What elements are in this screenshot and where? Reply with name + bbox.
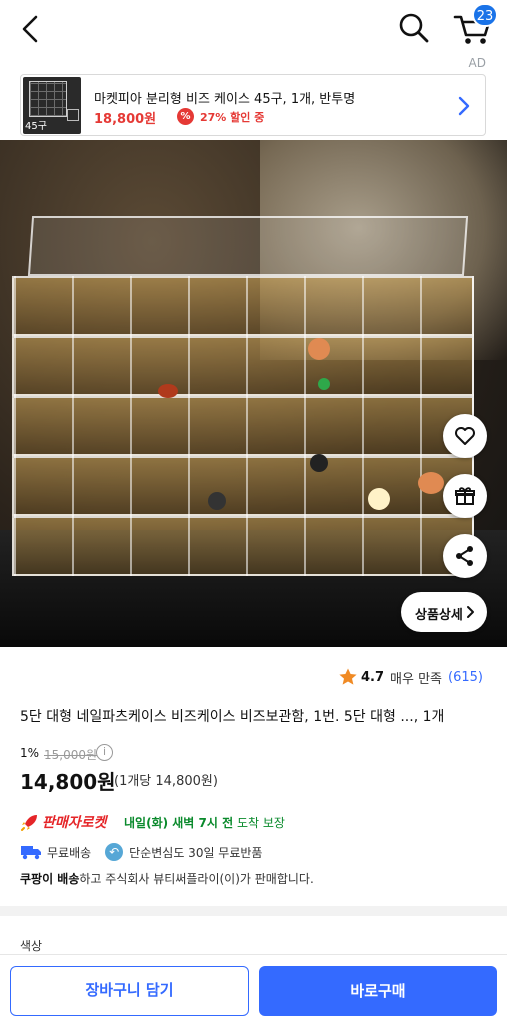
wishlist-button[interactable]	[443, 414, 487, 458]
ad-discount: 27% 할인 중	[200, 111, 265, 124]
review-count[interactable]: (615)	[448, 670, 483, 685]
small-case-thumbnail-graphic	[67, 109, 79, 121]
bead	[368, 488, 390, 510]
acrylic-case-illustration	[8, 216, 474, 601]
arrival-guarantee-text: 도착 보장	[233, 816, 285, 830]
share-icon	[456, 546, 473, 566]
color-option-label: 색상	[20, 939, 43, 953]
arrival-time: 내일(화) 새벽 7시 전	[124, 816, 234, 830]
arrival-guarantee: 내일(화) 새벽 7시 전 도착 보장	[124, 814, 285, 831]
bead	[308, 338, 330, 360]
discount-icon: %	[177, 108, 194, 125]
heart-icon	[455, 427, 475, 445]
rating-score: 4.7	[361, 669, 385, 685]
gift-icon	[455, 487, 475, 505]
case-lid	[27, 216, 469, 276]
product-image[interactable]	[0, 140, 507, 647]
seller-info-bold: 쿠팡이 배송	[20, 872, 80, 886]
return-icon: ↶	[105, 843, 124, 861]
back-arrow-icon[interactable]	[14, 12, 48, 46]
seller-rocket-badge: 판매자로켓	[20, 811, 106, 833]
seller-info: 쿠팡이 배송하고 주식회사 뷰티써플라이(이)가 판매합니다.	[20, 870, 314, 887]
drawer-1	[12, 276, 474, 336]
section-divider	[0, 906, 507, 916]
info-icon[interactable]: i	[96, 744, 113, 761]
ad-title: 마켓피아 분리형 비즈 케이스 45구, 1개, 반투명	[94, 92, 356, 107]
ad-thumbnail: 45구	[23, 77, 81, 134]
product-detail-label: 상품상세	[415, 608, 463, 623]
product-title: 5단 대형 네일파츠케이스 비즈케이스 비즈보관함, 1번. 5단 대형 ...…	[20, 709, 445, 725]
bead	[158, 384, 178, 398]
rocket-icon	[21, 815, 37, 831]
product-detail-button[interactable]: 상품상세	[401, 592, 487, 632]
bead-case-thumbnail-graphic	[29, 81, 67, 117]
rating-text: 매우 만족	[390, 671, 443, 687]
chevron-right-icon	[467, 606, 474, 618]
sale-price: 14,800원	[20, 770, 116, 794]
ad-banner[interactable]: 45구 마켓피아 분리형 비즈 케이스 45구, 1개, 반투명 18,800원…	[20, 74, 486, 136]
ad-price: 18,800원	[94, 112, 157, 127]
bead	[418, 472, 444, 494]
discount-rate: 1%	[20, 746, 40, 760]
star-icon	[339, 668, 357, 685]
shipping-info-row: 무료배송 ↶ 단순변심도 30일 무료반품	[20, 842, 262, 862]
ad-label: AD	[468, 56, 486, 70]
add-to-cart-button[interactable]: 장바구니 담기	[10, 966, 249, 1016]
bead	[310, 454, 328, 472]
seller-info-text: 하고 주식회사 뷰티써플라이(이)가 판매합니다.	[79, 872, 314, 886]
free-shipping-text: 무료배송	[47, 845, 92, 860]
search-icon[interactable]	[396, 10, 432, 46]
ad-thumb-count: 45구	[25, 121, 47, 132]
free-return-text: 단순변심도 30일 무료반품	[129, 845, 263, 860]
gift-button[interactable]	[443, 474, 487, 518]
share-button[interactable]	[443, 534, 487, 578]
unit-price: (1개당 14,800원)	[114, 774, 218, 789]
bead	[208, 492, 226, 510]
bead	[318, 378, 330, 390]
cart-count-badge: 23	[472, 3, 498, 27]
drawer-5	[12, 516, 474, 576]
bottom-action-bar: 장바구니 담기 바로구매	[0, 954, 507, 1024]
truck-icon	[21, 846, 41, 860]
top-bar: 23	[0, 0, 507, 58]
rating-summary[interactable]: 4.7 매우 만족 (615)	[338, 667, 483, 687]
drawer-2	[12, 336, 474, 396]
chevron-right-icon	[458, 96, 470, 116]
buy-now-button[interactable]: 바로구매	[259, 966, 497, 1016]
drawer-3	[12, 396, 474, 456]
original-price: 15,000원	[44, 748, 98, 762]
rocket-label: 판매자로켓	[42, 815, 107, 831]
drawer-4	[12, 456, 474, 516]
